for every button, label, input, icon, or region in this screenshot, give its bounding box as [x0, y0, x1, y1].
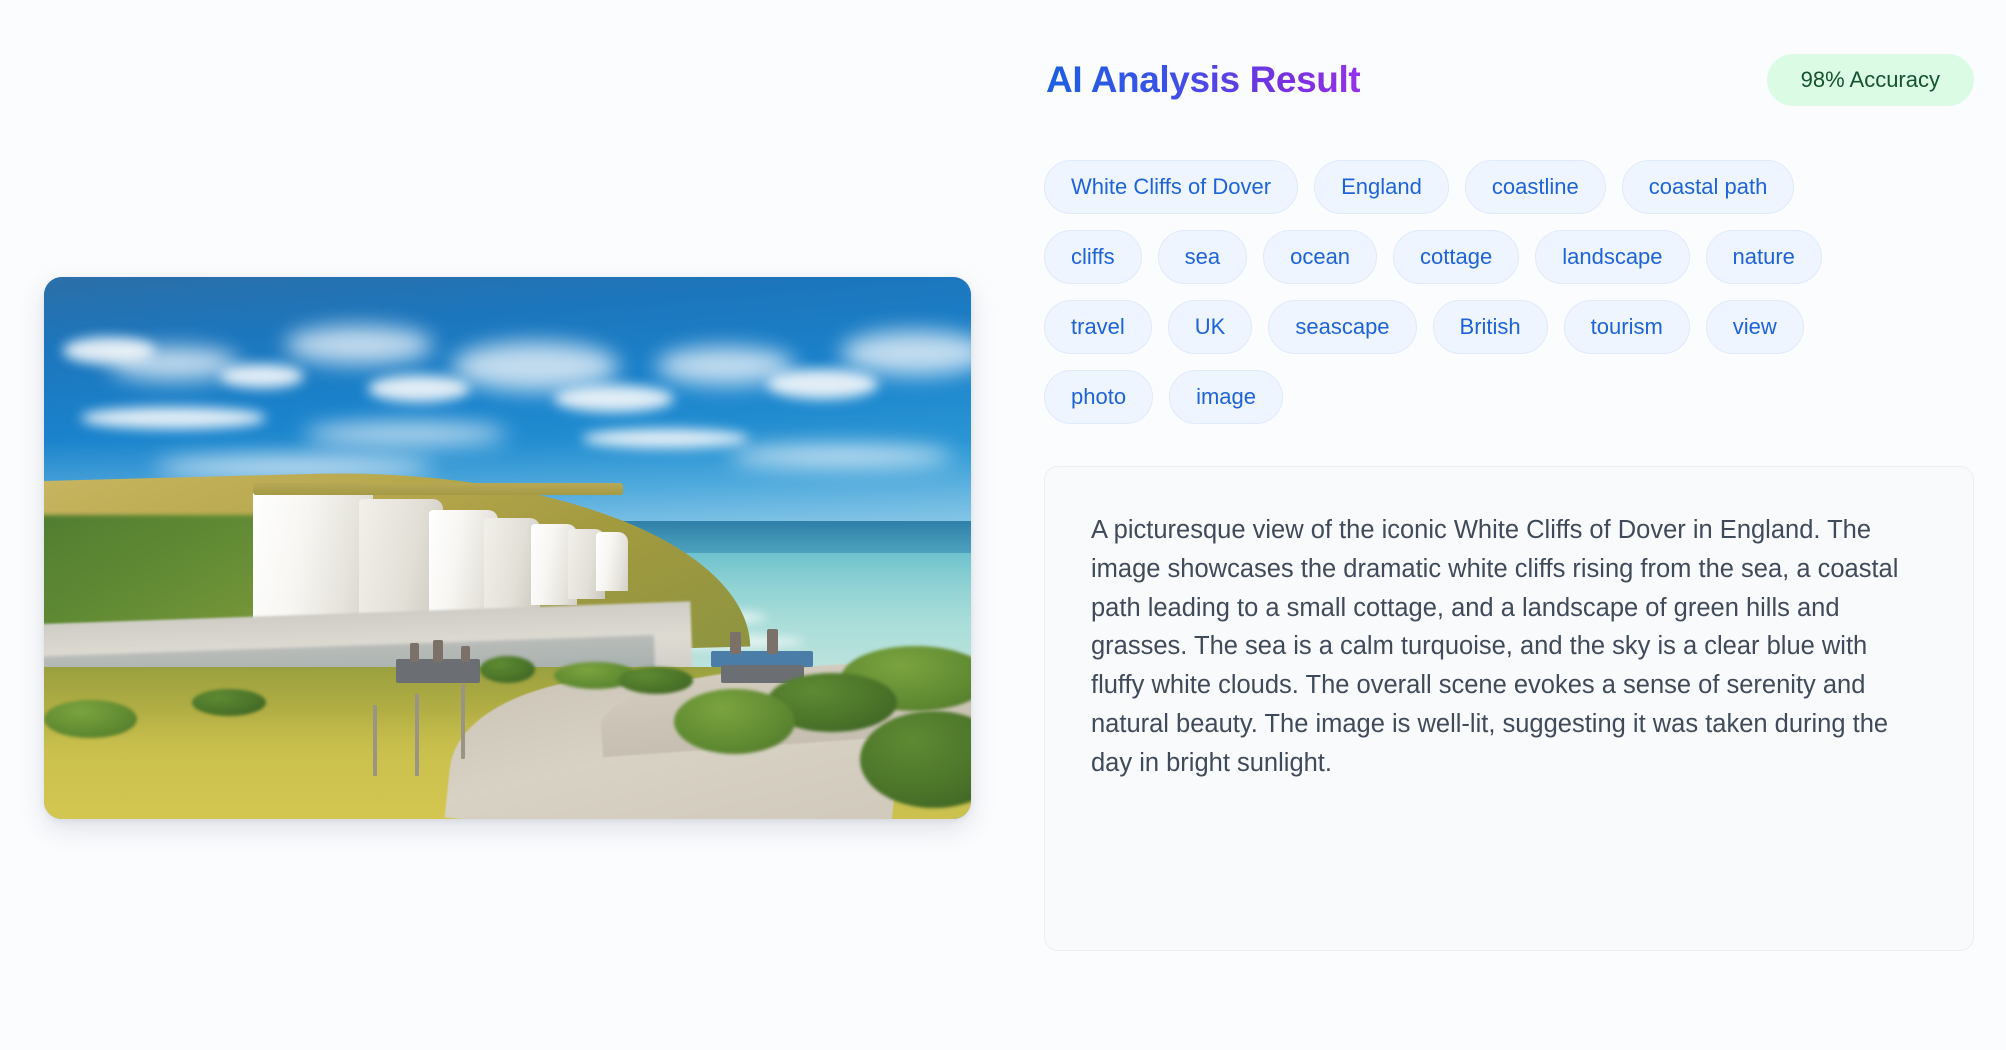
- tag-chip[interactable]: landscape: [1535, 230, 1690, 284]
- cloud-icon: [303, 423, 508, 445]
- tag-chip[interactable]: tourism: [1563, 300, 1690, 354]
- accuracy-status-badge: 98% Accuracy: [1766, 54, 1974, 106]
- cloud-icon: [285, 325, 434, 364]
- bush-shrub: [44, 699, 137, 738]
- tag-chip[interactable]: White Cliffs of Dover: [1044, 160, 1299, 214]
- cottage-chimney: [729, 632, 742, 654]
- description-text: A picturesque view of the iconic White C…: [1091, 516, 1899, 777]
- bush-shrub: [674, 688, 795, 754]
- description-card: A picturesque view of the iconic White C…: [1044, 466, 1974, 951]
- cottage-chimney: [433, 640, 443, 662]
- fence-post: [461, 683, 466, 760]
- tag-chip[interactable]: coastline: [1464, 160, 1606, 214]
- tag-chip[interactable]: travel: [1044, 300, 1152, 354]
- image-panel: [0, 0, 1010, 1050]
- tag-chip[interactable]: image: [1169, 370, 1283, 424]
- cloud-icon: [220, 363, 304, 389]
- chalk-cliff: [252, 485, 374, 632]
- cloud-icon: [729, 445, 953, 467]
- cottage-chimney: [767, 629, 779, 654]
- cottage-chimney: [461, 645, 471, 662]
- tag-chip[interactable]: sea: [1157, 230, 1248, 284]
- cloud-icon: [451, 342, 619, 391]
- fence-post: [414, 694, 419, 776]
- tag-chip[interactable]: cottage: [1393, 230, 1520, 284]
- tag-chip[interactable]: England: [1314, 160, 1449, 214]
- tag-chip[interactable]: coastal path: [1621, 160, 1795, 214]
- cloud-icon: [581, 428, 749, 448]
- tag-chip[interactable]: cliffs: [1044, 230, 1142, 284]
- tag-chip[interactable]: UK: [1167, 300, 1253, 354]
- photo-white-cliffs-of-dover: [44, 277, 971, 819]
- cottage-building: [396, 659, 480, 684]
- cloud-icon: [767, 369, 879, 399]
- cliff-grass-top: [252, 482, 624, 495]
- cloud-icon: [81, 407, 267, 429]
- tag-chip[interactable]: seascape: [1268, 300, 1417, 354]
- tag-chip[interactable]: ocean: [1263, 230, 1378, 284]
- cloud-icon: [841, 331, 971, 375]
- cloud-icon: [368, 374, 471, 402]
- bush-shrub: [192, 688, 267, 716]
- tag-list: White Cliffs of Dover England coastline …: [1036, 160, 1896, 424]
- analysis-header: AI Analysis Result 98% Accuracy: [1036, 52, 1974, 108]
- cottage-chimney: [410, 642, 420, 662]
- chalk-cliff: [595, 531, 628, 592]
- page-title: AI Analysis Result: [1046, 59, 1361, 100]
- tag-chip[interactable]: view: [1705, 300, 1804, 354]
- tag-chip[interactable]: British: [1432, 300, 1548, 354]
- analysis-panel: AI Analysis Result 98% Accuracy White Cl…: [1010, 0, 2006, 1050]
- tag-chip[interactable]: nature: [1705, 230, 1822, 284]
- analyzed-image-card[interactable]: [44, 277, 971, 819]
- ai-analysis-page: AI Analysis Result 98% Accuracy White Cl…: [0, 0, 2006, 1050]
- fence-post: [373, 705, 378, 776]
- tag-chip[interactable]: photo: [1044, 370, 1154, 424]
